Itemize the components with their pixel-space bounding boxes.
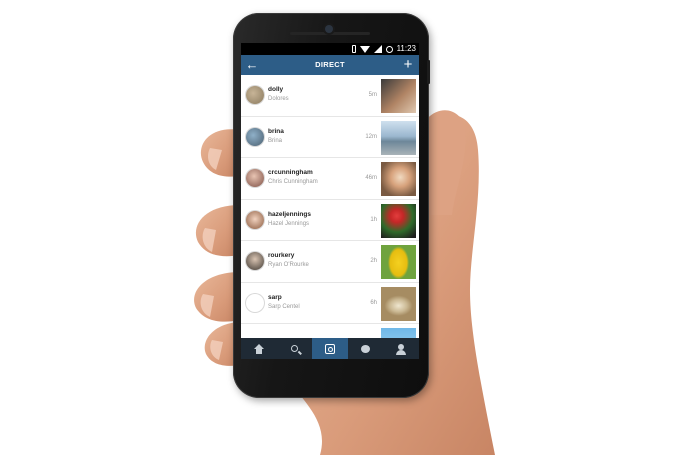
status-bar: 11:23 (241, 43, 419, 55)
username: sarp (268, 293, 282, 301)
avatar (246, 252, 264, 270)
camera-icon (324, 343, 335, 354)
list-item[interactable]: brina Brina 12m (241, 117, 419, 158)
activity-icon (361, 344, 371, 353)
profile-icon (396, 343, 407, 355)
full-name: Sarp Centel (268, 303, 300, 310)
signal-icon (373, 45, 382, 53)
full-name: Chris Cunningham (268, 179, 318, 185)
nav-profile[interactable] (383, 338, 419, 359)
sync-icon (385, 45, 393, 53)
avatar (246, 210, 264, 229)
list-item[interactable]: sarp Sarp Centel 6h (241, 283, 419, 324)
full-name: Hazel Jennings (268, 220, 310, 227)
avatar (246, 293, 264, 312)
wifi-icon (359, 45, 370, 53)
full-name: Dolores (268, 96, 289, 102)
photo-thumbnail[interactable] (381, 245, 416, 279)
list-item[interactable]: rourkery Ryan O'Rourke 2h (241, 241, 419, 283)
list-item[interactable]: dolly Dolores 5m (241, 75, 419, 117)
avatar (246, 86, 264, 104)
timestamp: 46m (365, 175, 377, 181)
app-header: ← DIRECT + (241, 55, 419, 75)
photo-thumbnail[interactable] (381, 286, 416, 321)
nav-search[interactable] (277, 338, 313, 359)
username: brina (268, 127, 284, 135)
timestamp: 1h (370, 216, 377, 223)
search-icon (290, 345, 298, 352)
photo-thumbnail[interactable] (381, 79, 416, 113)
username: hazeljennings (268, 210, 311, 218)
full-name: Ryan O'Rourke (268, 262, 309, 268)
list-item[interactable]: hazeljennings Hazel Jennings 1h (241, 200, 419, 241)
conversation-list: dolly Dolores 5m brina Brina 12m crcunni… (241, 75, 419, 359)
list-item[interactable]: crcunningham Chris Cunningham 46m (241, 158, 419, 200)
plus-icon[interactable]: + (401, 57, 415, 73)
power-button[interactable] (427, 60, 430, 84)
battery-icon (351, 45, 356, 53)
avatar (246, 127, 264, 146)
front-camera (325, 25, 333, 33)
nav-camera[interactable] (312, 338, 348, 359)
page-title: DIRECT (315, 60, 345, 69)
username: crcunningham (268, 169, 313, 176)
bottom-nav (241, 338, 419, 359)
nav-activity[interactable] (348, 338, 384, 359)
photo-thumbnail[interactable] (381, 120, 416, 155)
timestamp: 12m (365, 133, 377, 140)
timestamp: 5m (368, 92, 377, 98)
username: rourkery (268, 252, 295, 259)
timestamp: 2h (370, 258, 377, 264)
home-icon (253, 344, 264, 354)
photo-thumbnail[interactable] (381, 162, 416, 196)
full-name: Brina (268, 137, 283, 144)
username: dolly (268, 86, 284, 93)
photo-thumbnail[interactable] (381, 203, 416, 238)
nav-home[interactable] (241, 338, 277, 359)
status-time: 11:23 (396, 44, 416, 53)
phone-screen: 11:23 ← DIRECT + dolly Dolores 5m brina … (241, 43, 419, 359)
avatar (246, 169, 264, 187)
timestamp: 6h (370, 299, 377, 306)
